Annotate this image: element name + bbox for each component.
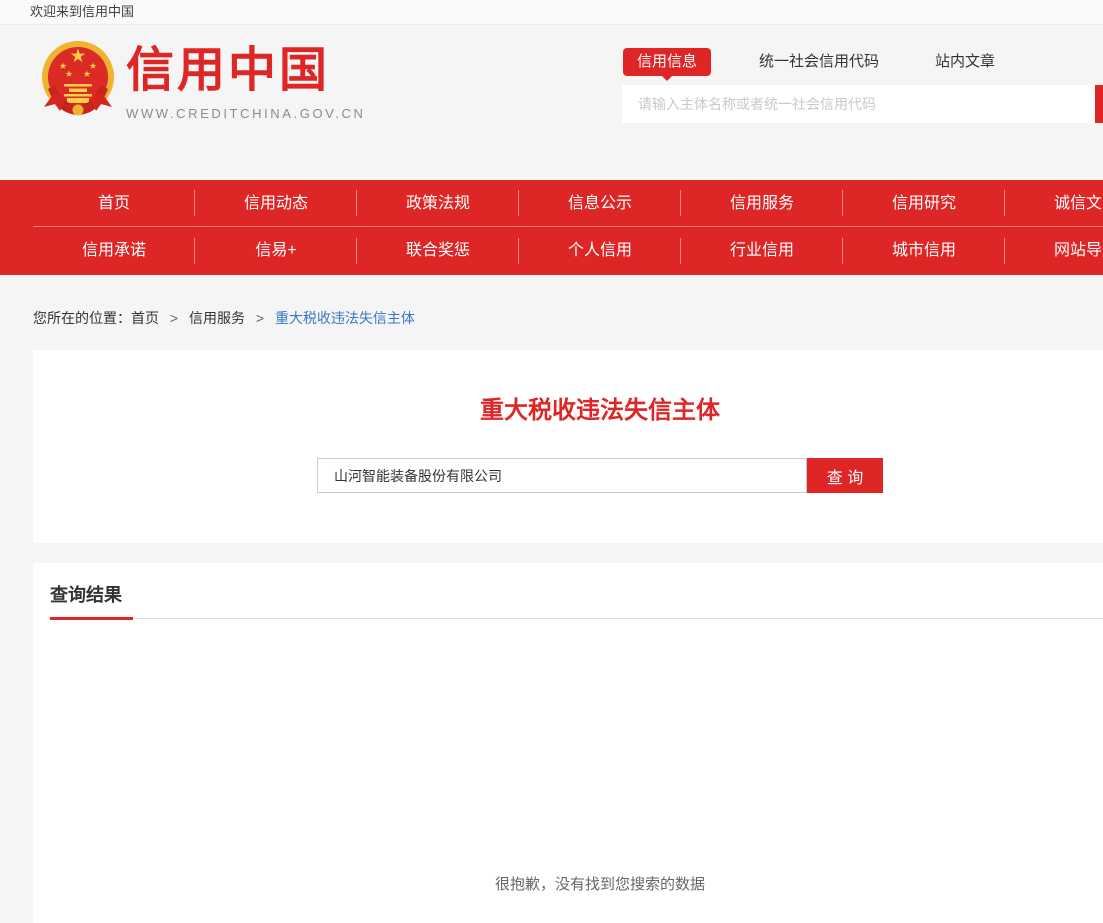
nav-item-city-credit[interactable]: 城市信用 [843, 227, 1005, 274]
query-search-button[interactable]: 查 询 [807, 458, 883, 493]
main-nav: 首页 信用动态 政策法规 信息公示 信用服务 信用研究 诚信文化 信用承诺 信易… [0, 180, 1103, 275]
nav-item-credit-commitment[interactable]: 信用承诺 [33, 227, 195, 274]
nav-item-personal-credit[interactable]: 个人信用 [519, 227, 681, 274]
tab-uscc[interactable]: 统一社会信用代码 [759, 48, 879, 76]
national-emblem-icon [40, 39, 116, 123]
nav-item-industry-credit[interactable]: 行业信用 [681, 227, 843, 274]
divider-gray-segment [133, 618, 1103, 619]
nav-item-joint-rewards-punishments[interactable]: 联合奖惩 [357, 227, 519, 274]
topbar: 欢迎来到信用中国 [0, 0, 1103, 25]
query-panel: 重大税收违法失信主体 查 询 [33, 350, 1103, 543]
welcome-text: 欢迎来到信用中国 [30, 4, 134, 19]
query-search-input[interactable] [317, 458, 807, 493]
breadcrumb-current[interactable]: 重大税收违法失信主体 [275, 310, 415, 326]
nav-item-credit-research[interactable]: 信用研究 [843, 180, 1005, 226]
header-search-button[interactable] [1095, 85, 1103, 123]
results-heading: 查询结果 [50, 583, 1103, 608]
site-title: 信用中国 [126, 43, 365, 99]
tab-credit-info[interactable]: 信用信息 [623, 48, 711, 76]
site-header: 信用中国 WWW.CREDITCHINA.GOV.CN 信用信息 统一社会信用代… [0, 25, 1103, 180]
brand-text: 信用中国 WWW.CREDITCHINA.GOV.CN [126, 39, 365, 121]
query-search-row: 查 询 [33, 458, 1103, 493]
search-tabs: 信用信息 统一社会信用代码 站内文章 [620, 48, 1103, 76]
results-heading-divider [50, 617, 1103, 620]
nav-item-integrity-culture[interactable]: 诚信文化 [1005, 180, 1103, 226]
site-url: WWW.CREDITCHINA.GOV.CN [126, 106, 365, 121]
main-nav-inner: 首页 信用动态 政策法规 信息公示 信用服务 信用研究 诚信文化 信用承诺 信易… [33, 180, 1103, 274]
breadcrumb: 您所在的位置：首页 > 信用服务 > 重大税收违法失信主体 [33, 308, 1103, 328]
breadcrumb-separator: > [170, 310, 178, 326]
site-logo[interactable]: 信用中国 WWW.CREDITCHINA.GOV.CN [40, 39, 365, 123]
nav-item-site-map[interactable]: 网站导航 [1005, 227, 1103, 274]
header-search-input[interactable] [622, 85, 1095, 123]
breadcrumb-credit-services[interactable]: 信用服务 [189, 310, 245, 326]
nav-item-credit-services[interactable]: 信用服务 [681, 180, 843, 226]
header-search-area: 信用信息 统一社会信用代码 站内文章 [620, 48, 1103, 123]
page: 欢迎来到信用中国 [0, 0, 1103, 923]
tab-articles[interactable]: 站内文章 [935, 48, 995, 76]
nav-item-info-disclosure[interactable]: 信息公示 [519, 180, 681, 226]
nav-item-home[interactable]: 首页 [33, 180, 195, 226]
empty-result-message: 很抱歉，没有找到您搜索的数据 [33, 873, 1103, 894]
nav-item-credit-news[interactable]: 信用动态 [195, 180, 357, 226]
nav-item-xinyi-plus[interactable]: 信易+ [195, 227, 357, 274]
nav-row-2: 信用承诺 信易+ 联合奖惩 个人信用 行业信用 城市信用 网站导航 [33, 227, 1103, 274]
results-panel: 查询结果 很抱歉，没有找到您搜索的数据 [33, 563, 1103, 923]
header-searchbox [620, 85, 1103, 123]
divider-red-segment [50, 617, 133, 620]
nav-item-policies[interactable]: 政策法规 [357, 180, 519, 226]
page-title: 重大税收违法失信主体 [33, 396, 1103, 426]
breadcrumb-prefix: 您所在的位置： [33, 310, 131, 326]
breadcrumb-home[interactable]: 首页 [131, 310, 159, 326]
breadcrumb-separator: > [256, 310, 264, 326]
nav-row-1: 首页 信用动态 政策法规 信息公示 信用服务 信用研究 诚信文化 [33, 180, 1103, 227]
